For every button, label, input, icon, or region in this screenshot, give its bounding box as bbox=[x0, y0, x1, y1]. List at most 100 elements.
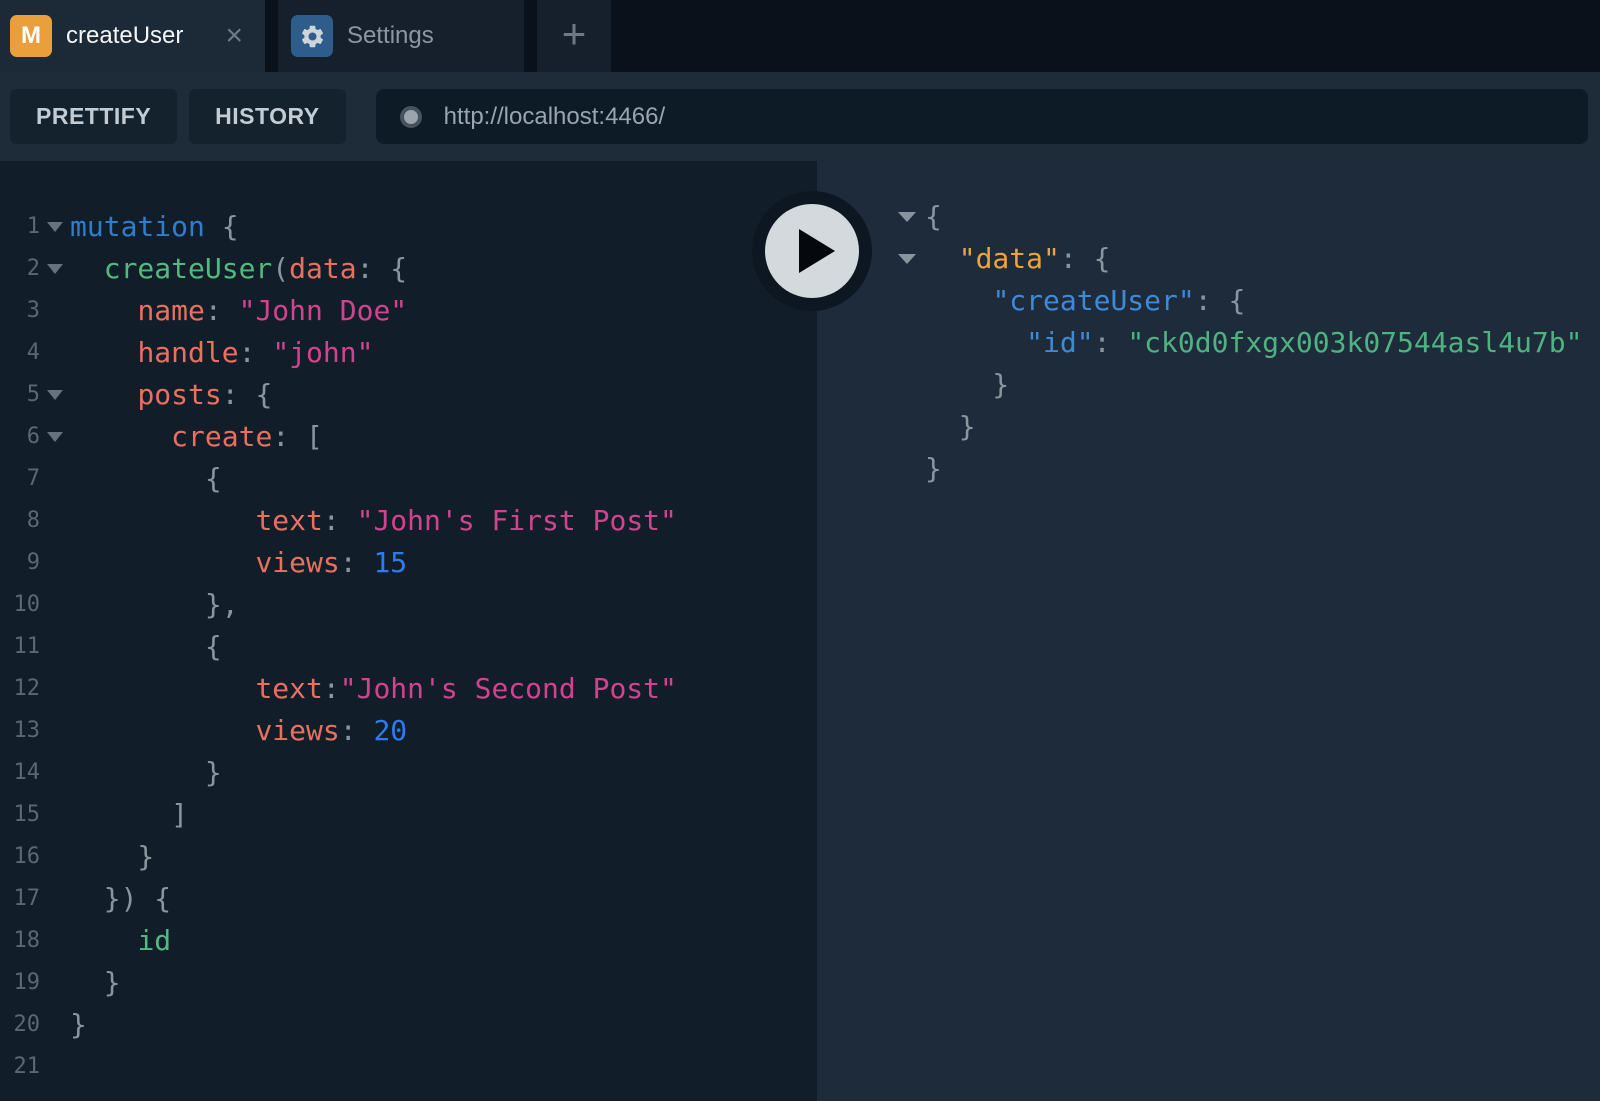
code-text bbox=[70, 1046, 817, 1088]
fold-spacer bbox=[40, 1004, 70, 1046]
graphql-playground-window: M createUser × Settings + PRETTIFY HISTO… bbox=[0, 0, 1600, 1101]
collapse-spacer bbox=[889, 448, 925, 490]
tab-settings[interactable]: Settings bbox=[278, 0, 524, 72]
plus-icon: + bbox=[562, 13, 587, 55]
response-line: "createUser": { bbox=[817, 280, 1600, 322]
code-text: { bbox=[925, 196, 1600, 238]
line-number: 12 bbox=[0, 668, 40, 710]
fold-spacer bbox=[40, 794, 70, 836]
code-text: text: "John's First Post" bbox=[70, 500, 817, 542]
mutation-badge-icon: M bbox=[10, 15, 52, 57]
line-number: 3 bbox=[0, 290, 40, 332]
code-text: "data": { bbox=[925, 238, 1600, 280]
line-number: 4 bbox=[0, 332, 40, 374]
line-number: 1 bbox=[0, 206, 40, 248]
fold-spacer bbox=[40, 668, 70, 710]
code-text: } bbox=[925, 364, 1600, 406]
code-text: } bbox=[70, 836, 817, 878]
tab-settings-label: Settings bbox=[347, 22, 434, 50]
line-number: 11 bbox=[0, 626, 40, 668]
fold-arrow-icon[interactable] bbox=[40, 374, 70, 416]
tab-bar: M createUser × Settings + bbox=[0, 0, 1600, 72]
code-text: create: [ bbox=[70, 416, 817, 458]
editor-line: 20} bbox=[0, 1004, 817, 1046]
code-text: } bbox=[70, 962, 817, 1004]
response-viewer: { "data": { "createUser": { "id": "ck0d0… bbox=[817, 161, 1600, 1101]
prettify-button[interactable]: PRETTIFY bbox=[10, 89, 177, 144]
editor-line: 4 handle: "john" bbox=[0, 332, 817, 374]
collapse-spacer bbox=[889, 280, 925, 322]
fold-spacer bbox=[40, 332, 70, 374]
query-editor[interactable]: 1 mutation {2 createUser(data: {3 name: "… bbox=[0, 161, 817, 1101]
editor-line: 16 } bbox=[0, 836, 817, 878]
fold-spacer bbox=[40, 1046, 70, 1088]
fold-spacer bbox=[40, 290, 70, 332]
line-number: 6 bbox=[0, 416, 40, 458]
session-panes: 1 mutation {2 createUser(data: {3 name: "… bbox=[0, 161, 1600, 1101]
code-text: mutation { bbox=[70, 206, 817, 248]
code-text: id bbox=[70, 920, 817, 962]
line-number: 17 bbox=[0, 878, 40, 920]
fold-arrow-icon[interactable] bbox=[40, 248, 70, 290]
code-text: views: 20 bbox=[70, 710, 817, 752]
code-text: }) { bbox=[70, 878, 817, 920]
editor-line: 17 }) { bbox=[0, 878, 817, 920]
fold-arrow-icon[interactable] bbox=[40, 206, 70, 248]
collapse-arrow-icon[interactable] bbox=[889, 196, 925, 238]
editor-line: 13 views: 20 bbox=[0, 710, 817, 752]
code-text: name: "John Doe" bbox=[70, 290, 817, 332]
line-number: 7 bbox=[0, 458, 40, 500]
toolbar: PRETTIFY HISTORY http://localhost:4466/ bbox=[0, 72, 1600, 161]
close-tab-icon[interactable]: × bbox=[225, 21, 245, 51]
fold-spacer bbox=[40, 542, 70, 584]
tab-createuser[interactable]: M createUser × bbox=[0, 0, 265, 72]
play-button-circle bbox=[765, 204, 859, 298]
execute-button[interactable] bbox=[752, 191, 872, 311]
gear-icon bbox=[291, 15, 333, 57]
fold-spacer bbox=[40, 920, 70, 962]
new-tab-button[interactable]: + bbox=[537, 0, 611, 72]
fold-spacer bbox=[40, 878, 70, 920]
editor-line: 21 bbox=[0, 1046, 817, 1088]
line-number: 8 bbox=[0, 500, 40, 542]
play-icon bbox=[799, 229, 835, 273]
editor-line: 11 { bbox=[0, 626, 817, 668]
code-text: views: 15 bbox=[70, 542, 817, 584]
collapse-arrow-icon[interactable] bbox=[889, 238, 925, 280]
endpoint-status-icon bbox=[400, 106, 422, 128]
line-number: 13 bbox=[0, 710, 40, 752]
code-text: { bbox=[70, 458, 817, 500]
line-number: 9 bbox=[0, 542, 40, 584]
line-number: 10 bbox=[0, 584, 40, 626]
fold-arrow-icon[interactable] bbox=[40, 416, 70, 458]
line-number: 14 bbox=[0, 752, 40, 794]
editor-line: 1 mutation { bbox=[0, 206, 817, 248]
response-line: { bbox=[817, 196, 1600, 238]
code-text: } bbox=[70, 1004, 817, 1046]
response-line: } bbox=[817, 448, 1600, 490]
history-button[interactable]: HISTORY bbox=[189, 89, 345, 144]
endpoint-url-text: http://localhost:4466/ bbox=[444, 103, 665, 131]
collapse-spacer bbox=[889, 406, 925, 448]
editor-line: 6 create: [ bbox=[0, 416, 817, 458]
code-text: createUser(data: { bbox=[70, 248, 817, 290]
code-text: text:"John's Second Post" bbox=[70, 668, 817, 710]
editor-line: 18 id bbox=[0, 920, 817, 962]
endpoint-url-input[interactable]: http://localhost:4466/ bbox=[376, 89, 1588, 144]
line-number: 5 bbox=[0, 374, 40, 416]
code-text: } bbox=[925, 406, 1600, 448]
code-text: { bbox=[70, 626, 817, 668]
editor-line: 3 name: "John Doe" bbox=[0, 290, 817, 332]
fold-spacer bbox=[40, 626, 70, 668]
editor-line: 2 createUser(data: { bbox=[0, 248, 817, 290]
fold-spacer bbox=[40, 584, 70, 626]
editor-line: 12 text:"John's Second Post" bbox=[0, 668, 817, 710]
line-number: 18 bbox=[0, 920, 40, 962]
editor-line: 7 { bbox=[0, 458, 817, 500]
code-text: } bbox=[70, 752, 817, 794]
fold-spacer bbox=[40, 710, 70, 752]
response-line: } bbox=[817, 364, 1600, 406]
tab-createuser-label: createUser bbox=[66, 22, 183, 50]
collapse-spacer bbox=[889, 364, 925, 406]
editor-line: 5 posts: { bbox=[0, 374, 817, 416]
